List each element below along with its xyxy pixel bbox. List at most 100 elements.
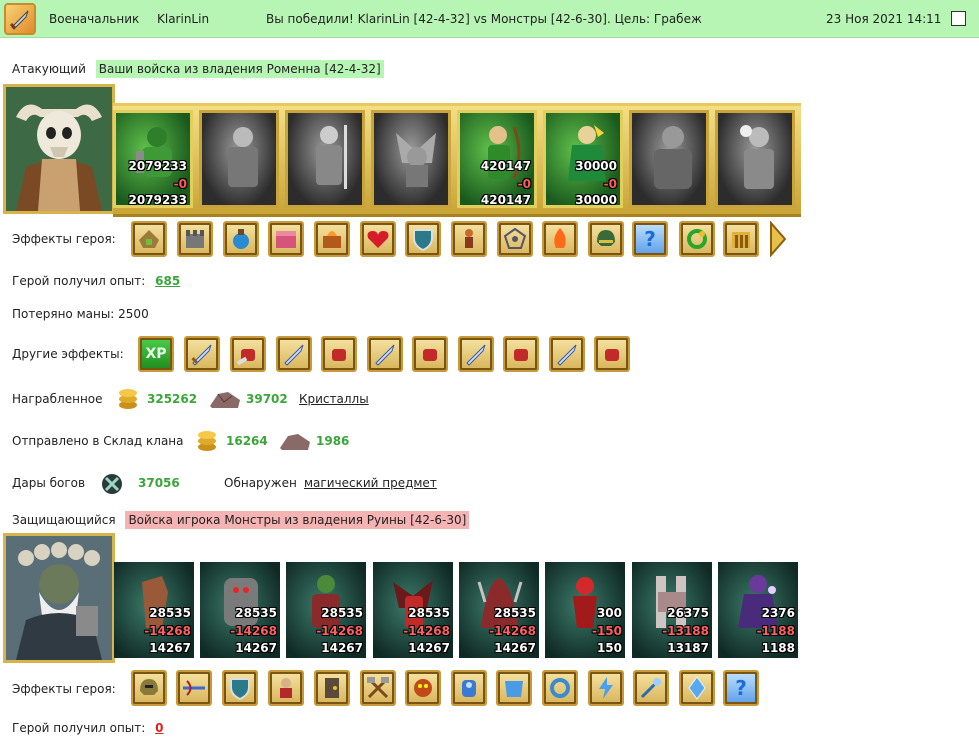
attacker-unit-1[interactable]: 2079233 -0 2079233 xyxy=(113,110,193,208)
attacker-unit-7[interactable] xyxy=(629,110,709,208)
header-player[interactable]: KlarinLin xyxy=(157,12,209,26)
ice-armor-icon[interactable] xyxy=(496,670,532,706)
ice-staff-icon[interactable] xyxy=(633,670,669,706)
unit-lost: -0 xyxy=(517,177,531,191)
gate-icon[interactable] xyxy=(723,221,759,257)
unit-left: 420147 xyxy=(480,193,531,207)
unit-left: 150 xyxy=(596,641,622,655)
heart-icon[interactable] xyxy=(360,221,396,257)
gods-gift-icon xyxy=(102,474,122,494)
fist-icon[interactable] xyxy=(503,336,539,372)
castle-icon[interactable] xyxy=(177,221,213,257)
attacker-unit-4[interactable] xyxy=(371,110,451,208)
crystals-link[interactable]: Кристаллы xyxy=(299,392,369,406)
unit-lost: -0 xyxy=(173,177,187,191)
attacker-unit-6[interactable]: 30000 -0 30000 xyxy=(543,110,623,208)
unit-left: 1188 xyxy=(761,641,795,655)
question-icon[interactable]: ? xyxy=(632,221,668,257)
fire-icon[interactable] xyxy=(542,221,578,257)
other-effects-label: Другие эффекты: xyxy=(12,347,124,361)
spearman-icon xyxy=(316,125,347,189)
unit-lost: -13188 xyxy=(662,624,709,638)
defender-unit-1[interactable]: 28535 -14268 14267 xyxy=(114,562,194,658)
chest-icon[interactable] xyxy=(268,221,304,257)
warrior-icon[interactable] xyxy=(268,670,304,706)
elf-archer-icon xyxy=(488,126,521,180)
unit-left: 14267 xyxy=(408,641,450,655)
attacker-exp-value[interactable]: 685 xyxy=(155,274,180,288)
sword-icon[interactable] xyxy=(276,336,312,372)
beast-head-icon[interactable] xyxy=(405,670,441,706)
attacker-exp-row: Герой получил опыт: 685 xyxy=(12,274,180,288)
druid-icon xyxy=(568,125,606,181)
shield-icon[interactable] xyxy=(222,670,258,706)
attacker-hero-portrait[interactable] xyxy=(3,84,115,214)
unit-lost: -14268 xyxy=(230,624,277,638)
defender-unit-8[interactable]: 2376 -1188 1188 xyxy=(718,562,798,658)
fire-chest-icon[interactable] xyxy=(314,221,350,257)
unit-total: 28535 xyxy=(149,606,191,620)
unit-total: 2376 xyxy=(761,606,795,620)
orc-chieftain-hero-icon xyxy=(6,536,112,660)
tentacle-beast-icon xyxy=(477,578,523,628)
unit-total: 28535 xyxy=(494,606,536,620)
attacker-unit-5[interactable]: 420147 -0 420147 xyxy=(457,110,537,208)
select-checkbox[interactable] xyxy=(951,11,966,26)
sword-icon[interactable] xyxy=(367,336,403,372)
attacker-unit-8[interactable] xyxy=(715,110,795,208)
door-icon[interactable] xyxy=(314,670,350,706)
sword-icon[interactable] xyxy=(184,336,220,372)
defender-exp-row: Герой получил опыт: 0 xyxy=(12,721,164,735)
gold-coins-icon xyxy=(119,389,137,409)
ice-ring-icon[interactable] xyxy=(542,670,578,706)
web-icon[interactable] xyxy=(497,221,533,257)
unit-left: 14267 xyxy=(235,641,277,655)
shield-icon[interactable] xyxy=(405,221,441,257)
defender-unit-4[interactable]: 28535 -14268 14267 xyxy=(373,562,453,658)
attacker-unit-3[interactable] xyxy=(285,110,365,208)
effects-next-arrow-icon[interactable] xyxy=(769,221,787,257)
defender-unit-2[interactable]: 28535 -14268 14267 xyxy=(200,562,280,658)
building-icon[interactable] xyxy=(131,221,167,257)
warrior-icon[interactable] xyxy=(451,221,487,257)
green-ring-icon[interactable] xyxy=(679,221,715,257)
fist-icon[interactable] xyxy=(230,336,266,372)
sword-icon[interactable] xyxy=(458,336,494,372)
defender-unit-3[interactable]: 28535 -14268 14267 xyxy=(286,562,366,658)
fist-icon[interactable] xyxy=(412,336,448,372)
defender-exp-value[interactable]: 0 xyxy=(155,721,163,735)
clan-ore-value: 1986 xyxy=(316,434,350,448)
defender-unit-6[interactable]: 300 -150 150 xyxy=(545,562,625,658)
defender-unit-5[interactable]: 28535 -14268 14267 xyxy=(459,562,539,658)
paladin-icon xyxy=(740,125,774,189)
hammers-icon[interactable] xyxy=(360,670,396,706)
unit-left: 2079233 xyxy=(128,193,187,207)
ice-crystal-icon[interactable] xyxy=(679,670,715,706)
question-icon[interactable]: ? xyxy=(723,670,759,706)
fist-icon[interactable] xyxy=(321,336,357,372)
xp-icon[interactable]: XP xyxy=(138,336,174,372)
crossbow-icon[interactable] xyxy=(176,670,212,706)
potion-icon[interactable] xyxy=(223,221,259,257)
unit-total: 26375 xyxy=(667,606,709,620)
ore-icon xyxy=(280,434,310,450)
imp-icon xyxy=(573,577,597,628)
sword-icon[interactable] xyxy=(549,336,585,372)
skull-helmet-hero-icon xyxy=(6,87,112,211)
ice-bolt-icon[interactable] xyxy=(588,670,624,706)
dark-sorcerer-icon xyxy=(738,575,778,628)
orc-warrior-icon xyxy=(312,575,340,628)
ice-golem-icon[interactable] xyxy=(451,670,487,706)
helmet-icon[interactable] xyxy=(588,221,624,257)
attacker-unit-2[interactable] xyxy=(199,110,279,208)
attacker-row: Атакующий Ваши войска из владения Роменн… xyxy=(12,60,384,78)
stone-golem-icon xyxy=(224,578,258,626)
unit-total: 2079233 xyxy=(128,159,187,173)
fist-icon[interactable] xyxy=(594,336,630,372)
defender-unit-7[interactable]: 26375 -13188 13187 xyxy=(632,562,712,658)
magic-item-link[interactable]: магический предмет xyxy=(304,476,437,490)
helmet-icon[interactable] xyxy=(131,670,167,706)
battle-report-icon xyxy=(4,3,36,35)
defender-hero-portrait[interactable] xyxy=(3,533,115,663)
ore-icon xyxy=(210,392,240,408)
